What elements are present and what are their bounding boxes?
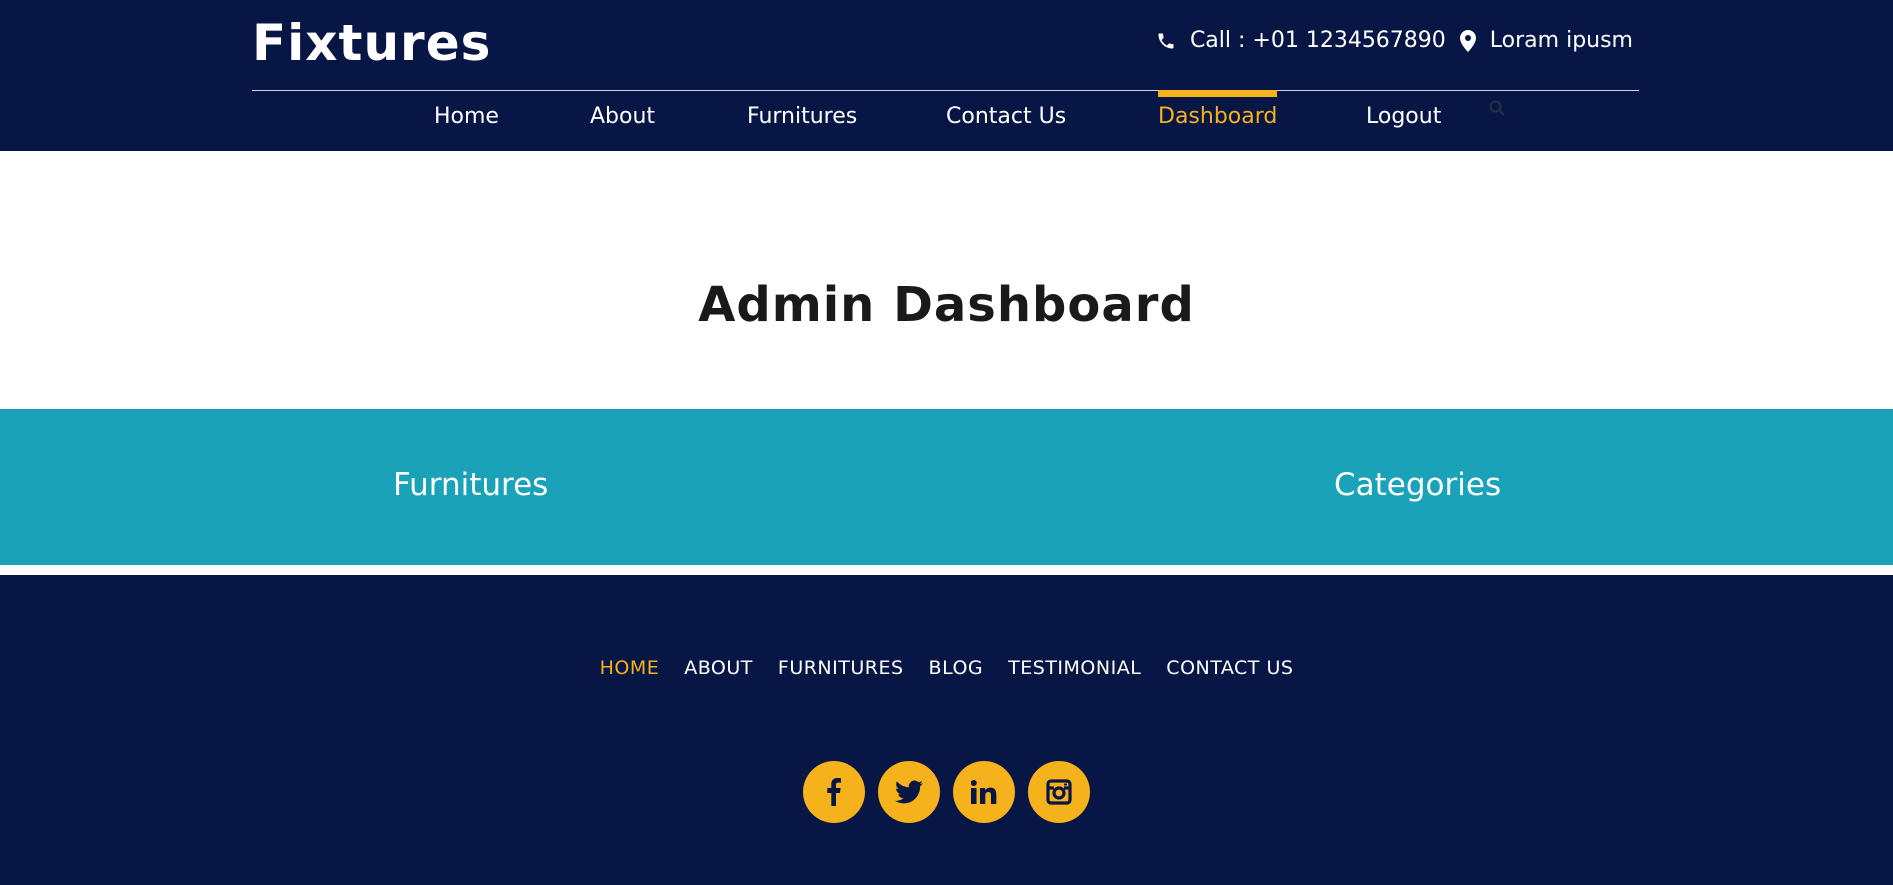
nav-furnitures[interactable]: Furnitures <box>747 98 857 128</box>
hero-section: Admin Dashboard <box>0 151 1893 409</box>
map-marker-icon <box>1459 29 1476 52</box>
footer-nav: HOME ABOUT FURNITURES BLOG TESTIMONIAL C… <box>0 657 1893 679</box>
footer-nav-about[interactable]: ABOUT <box>684 657 753 679</box>
facebook-icon[interactable] <box>803 761 865 823</box>
site-footer: HOME ABOUT FURNITURES BLOG TESTIMONIAL C… <box>0 575 1893 885</box>
admin-links-band: Furnitures Categories <box>0 409 1893 565</box>
nav-home[interactable]: Home <box>434 98 499 128</box>
linkedin-icon[interactable] <box>953 761 1015 823</box>
main-nav: Home About Furnitures Contact Us Dashboa… <box>0 90 1893 151</box>
social-links <box>0 761 1893 823</box>
footer-nav-testimonial[interactable]: TESTIMONIAL <box>1008 657 1141 679</box>
page-title: Admin Dashboard <box>698 277 1195 333</box>
admin-link-furnitures[interactable]: Furnitures <box>393 467 548 503</box>
nav-dashboard[interactable]: Dashboard <box>1158 90 1278 128</box>
nav-contact-us[interactable]: Contact Us <box>946 98 1066 128</box>
nav-about[interactable]: About <box>590 98 655 128</box>
admin-link-categories[interactable]: Categories <box>1334 467 1501 503</box>
header-contact: Call : +01 1234567890 Loram ipusm <box>1156 28 1633 53</box>
nav-logout[interactable]: Logout <box>1366 98 1441 128</box>
instagram-icon[interactable] <box>1028 761 1090 823</box>
site-header: Fixtures Call : +01 1234567890 Loram ipu… <box>0 0 1893 151</box>
search-icon[interactable] <box>1489 100 1505 120</box>
footer-nav-contact-us[interactable]: CONTACT US <box>1166 657 1293 679</box>
phone-contact[interactable]: Call : +01 1234567890 <box>1156 28 1446 53</box>
location-text: Loram ipusm <box>1489 28 1633 53</box>
site-logo[interactable]: Fixtures <box>252 14 491 72</box>
phone-icon <box>1156 31 1176 51</box>
phone-text: Call : +01 1234567890 <box>1189 28 1446 53</box>
twitter-icon[interactable] <box>878 761 940 823</box>
footer-nav-blog[interactable]: BLOG <box>929 657 984 679</box>
footer-nav-furnitures[interactable]: FURNITURES <box>778 657 904 679</box>
location-contact[interactable]: Loram ipusm <box>1459 28 1633 53</box>
footer-nav-home[interactable]: HOME <box>600 657 660 679</box>
